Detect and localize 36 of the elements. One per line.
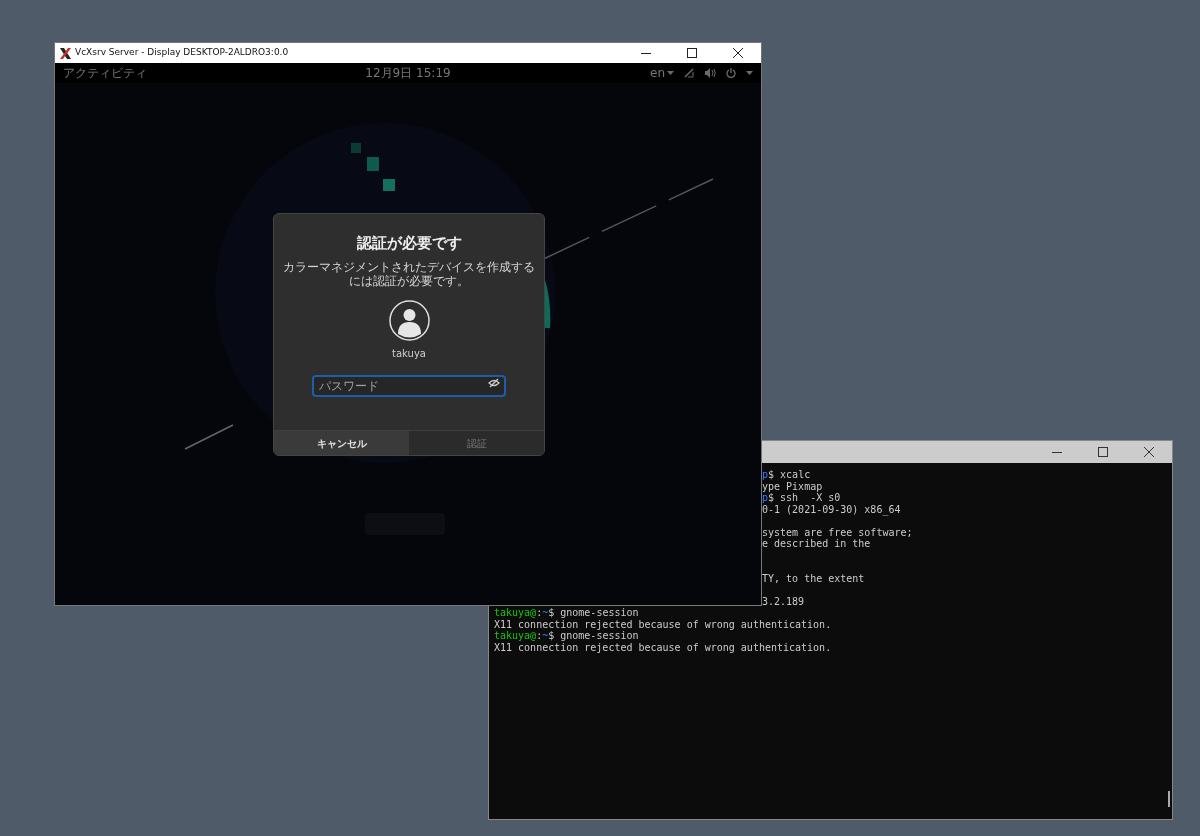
eye-off-icon[interactable]	[488, 377, 500, 388]
close-icon	[1144, 447, 1154, 457]
x-logo-icon	[60, 47, 71, 59]
caret-icon	[667, 71, 674, 75]
terminal-line: X11 connection rejected because of wrong authentication.	[494, 618, 832, 630]
minimize-icon	[641, 52, 651, 54]
terminal-line: system are free software;	[762, 526, 913, 538]
terminal-line: p$ ssh -X s0	[762, 492, 841, 503]
window-title: VcXsrv Server - Display DESKTOP-2ALDRO3:0.0	[75, 46, 289, 60]
terminal-line: X11 connection rejected because of wrong authentication.	[494, 641, 832, 653]
volume-icon[interactable]	[705, 68, 716, 78]
caret-icon[interactable]	[746, 71, 753, 75]
language-menu[interactable]: en	[650, 64, 674, 82]
dialog-message: カラーマネジメントされたデバイスを作成するには認証が必要です。	[282, 259, 536, 288]
terminal-line: p$ xcalc	[762, 469, 811, 480]
text-cursor	[1168, 791, 1170, 807]
avatar-icon	[388, 299, 430, 341]
power-icon[interactable]	[726, 68, 736, 78]
minimize-icon	[1052, 451, 1062, 453]
terminal-line: 3.2.189	[762, 595, 805, 607]
user-name: takuya	[392, 346, 426, 361]
maximize-icon	[1098, 447, 1108, 457]
terminal-line: takuya@:~$ gnome-session	[494, 607, 639, 618]
network-icon[interactable]	[684, 68, 695, 78]
close-icon	[733, 48, 743, 58]
dialog-title: 認証が必要です	[356, 233, 462, 254]
terminal-line: TY, to the extent	[762, 572, 865, 584]
activities-button[interactable]: アクティビティ	[63, 64, 147, 82]
maximize-icon	[687, 48, 697, 58]
terminal-line: e described in the	[762, 538, 871, 549]
terminal-line: 0-1 (2021-09-30) x86_64	[762, 503, 901, 515]
terminal-line: takuya@:~$ gnome-session	[494, 630, 639, 641]
terminal-line: ype Pixmap	[762, 480, 823, 492]
clock[interactable]: 12月9日 15:19	[365, 64, 451, 82]
password-field[interactable]: パスワード	[312, 374, 506, 397]
dialog-button[interactable]: キャンセル	[274, 430, 409, 455]
